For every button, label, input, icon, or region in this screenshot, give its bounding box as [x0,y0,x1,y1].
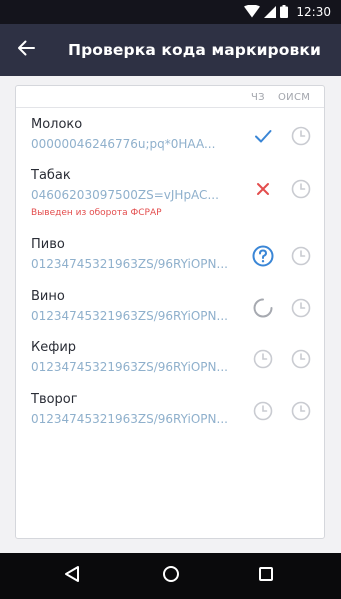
home-circle-icon [162,565,180,587]
clock-icon [290,125,312,147]
battery-icon [280,3,289,22]
system-nav-bar [0,553,341,599]
marking-code: 01234745321963ZS/96RYiOPN... [31,257,228,271]
header-divider [16,107,324,108]
nav-back-button[interactable] [59,564,85,588]
product-name: Молоко [31,117,83,132]
marking-code: 01234745321963ZS/96RYiOPN... [31,412,228,426]
app-bar: Проверка кода маркировки [0,24,341,76]
status-time: 12:30 [296,5,331,19]
recents-square-icon [258,566,274,586]
column-header-chz: ЧЗ [251,92,265,103]
clock-icon [290,245,312,267]
marking-code: 01234745321963ZS/96RYiOPN... [31,360,228,374]
marking-code: 04606203097500ZS=vJHpAC... [31,188,219,202]
marking-code: 00000046246776u;pq*0HAA... [31,137,216,151]
nav-home-button[interactable] [158,564,184,588]
product-name: Табак [31,168,71,183]
check-icon [252,125,274,147]
error-x-icon [252,178,274,200]
loading-spinner-icon [252,297,274,319]
question-icon[interactable] [252,245,274,267]
clock-icon [252,400,274,422]
arrow-left-icon [17,40,35,60]
status-bar: 12:30 [0,0,341,24]
clock-icon [290,178,312,200]
clock-icon [252,348,274,370]
marking-code: 01234745321963ZS/96RYiOPN... [31,309,228,323]
clock-icon [290,400,312,422]
error-message: Выведен из оборота ФСРАР [31,208,162,218]
marking-check-list: ЧЗ ОИСМ Молоко 00000046246776u;pq*0HAA..… [15,85,325,539]
back-triangle-icon [64,565,80,587]
page-title: Проверка кода маркировки [68,41,321,59]
column-header-oism: ОИСМ [278,92,311,103]
clock-icon [290,297,312,319]
nav-recents-button[interactable] [253,564,279,588]
product-name: Творог [31,392,78,407]
clock-icon [290,348,312,370]
product-name: Пиво [31,237,65,252]
wifi-icon [244,3,261,22]
signal-icon [264,3,277,22]
back-button[interactable] [8,32,44,68]
product-name: Вино [31,289,65,304]
product-name: Кефир [31,340,77,355]
